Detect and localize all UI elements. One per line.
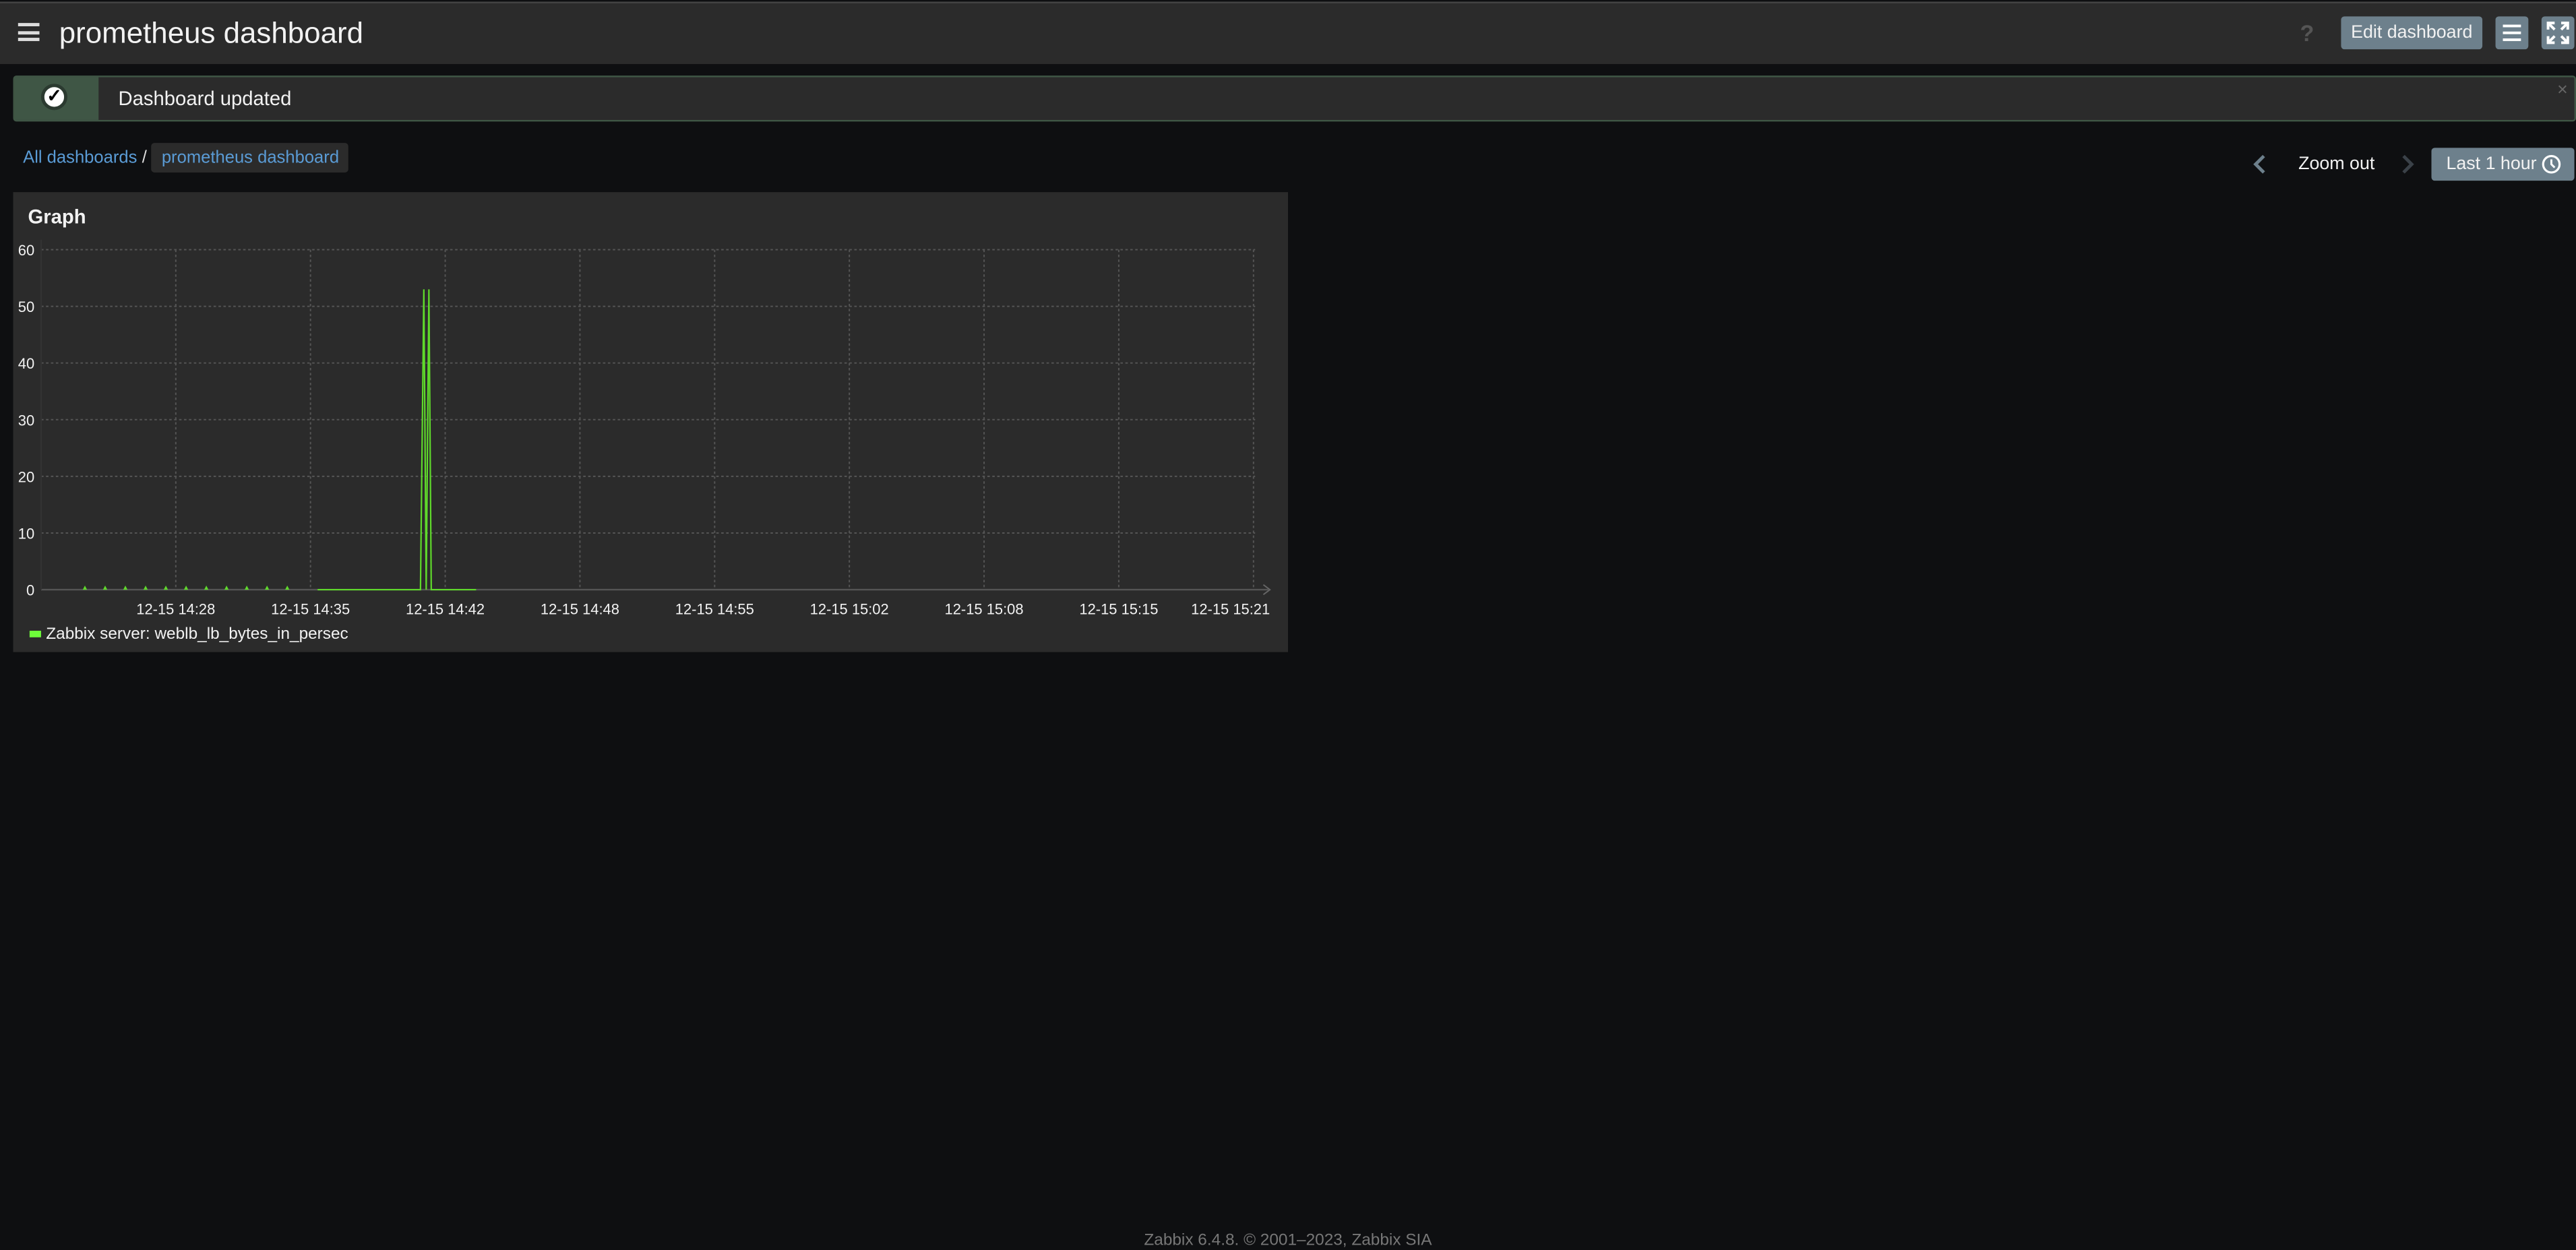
x-tick-label: 12-15 15:15: [1079, 601, 1158, 618]
menu-icon[interactable]: [18, 23, 40, 41]
list-icon: [2496, 16, 2529, 49]
help-icon[interactable]: ?: [2300, 20, 2314, 46]
graph-chart: 0 10 20 30 40 50 60 12-15 14:28 12-15 14:35 12-15…: [13, 192, 1289, 652]
data-point-marker: [144, 586, 148, 590]
time-range-label: Last 1 hour: [2446, 154, 2536, 174]
data-point-marker: [184, 586, 188, 590]
header: prometheus dashboard ? Edit dashboard: [0, 1, 2576, 64]
actions-menu-button[interactable]: [2496, 16, 2529, 49]
x-tick-label: 12-15 14:55: [675, 601, 754, 618]
y-tick-label: 50: [18, 299, 34, 315]
breadcrumb-separator: /: [142, 148, 147, 167]
check-circle-icon: ✓: [41, 84, 67, 110]
edit-dashboard-button[interactable]: Edit dashboard: [2341, 16, 2482, 49]
footer: Zabbix 6.4.8. © 2001–2023, Zabbix SIA: [0, 1232, 2576, 1250]
x-tick-label: 12-15 14:28: [136, 601, 215, 618]
y-tick-label: 30: [18, 412, 34, 429]
data-point-marker: [103, 586, 107, 590]
y-tick-label: 60: [18, 242, 34, 259]
y-tick-label: 40: [18, 355, 34, 372]
fullscreen-button[interactable]: [2542, 16, 2575, 49]
time-range-button[interactable]: Last 1 hour: [2432, 148, 2575, 181]
page: prometheus dashboard ? Edit dashboard ✓ …: [0, 0, 2576, 1247]
data-point-marker: [123, 586, 127, 590]
message-text: Dashboard updated: [119, 87, 292, 110]
y-tick-label: 0: [26, 582, 34, 599]
data-point-marker: [245, 586, 249, 590]
x-tick-label: 12-15 14:48: [541, 601, 619, 618]
chevron-left-icon[interactable]: [2250, 151, 2270, 177]
series-line: [317, 289, 476, 590]
data-point-marker: [265, 586, 269, 590]
fullscreen-icon: [2542, 16, 2575, 49]
data-point-marker: [285, 586, 289, 590]
clock-icon: [2542, 154, 2561, 174]
legend-swatch: [30, 631, 41, 638]
data-point-marker: [224, 586, 228, 590]
page-title: prometheus dashboard: [59, 16, 363, 51]
y-tick-label: 10: [18, 526, 34, 542]
breadcrumb-all-dashboards[interactable]: All dashboards: [23, 148, 137, 167]
x-tick-label: 12-15 15:21: [1191, 601, 1270, 618]
graph-widget: Graph 010203040506012-15 14:2812-15 14:3…: [13, 192, 1289, 652]
legend-label: Zabbix server: weblb_lb_bytes_in_persec: [46, 626, 348, 644]
breadcrumb-current[interactable]: prometheus dashboard: [162, 148, 339, 167]
x-tick-label: 12-15 15:08: [945, 601, 1024, 618]
data-point-marker: [204, 586, 208, 590]
zoom-out-button[interactable]: Zoom out: [2298, 154, 2374, 174]
x-tick-label: 12-15 15:02: [810, 601, 889, 618]
chevron-right-icon[interactable]: [2399, 151, 2418, 177]
breadcrumb: All dashboards / prometheus dashboard: [23, 148, 349, 167]
data-point-marker: [83, 586, 87, 590]
x-tick-label: 12-15 14:35: [271, 601, 350, 618]
close-icon[interactable]: ×: [2557, 80, 2568, 100]
data-point-marker: [164, 586, 168, 590]
success-message: ✓ Dashboard updated ×: [13, 75, 2576, 121]
legend-item: Zabbix server: weblb_lb_bytes_in_persec: [30, 626, 348, 644]
y-tick-label: 20: [18, 468, 34, 485]
x-tick-label: 12-15 14:42: [406, 601, 485, 618]
